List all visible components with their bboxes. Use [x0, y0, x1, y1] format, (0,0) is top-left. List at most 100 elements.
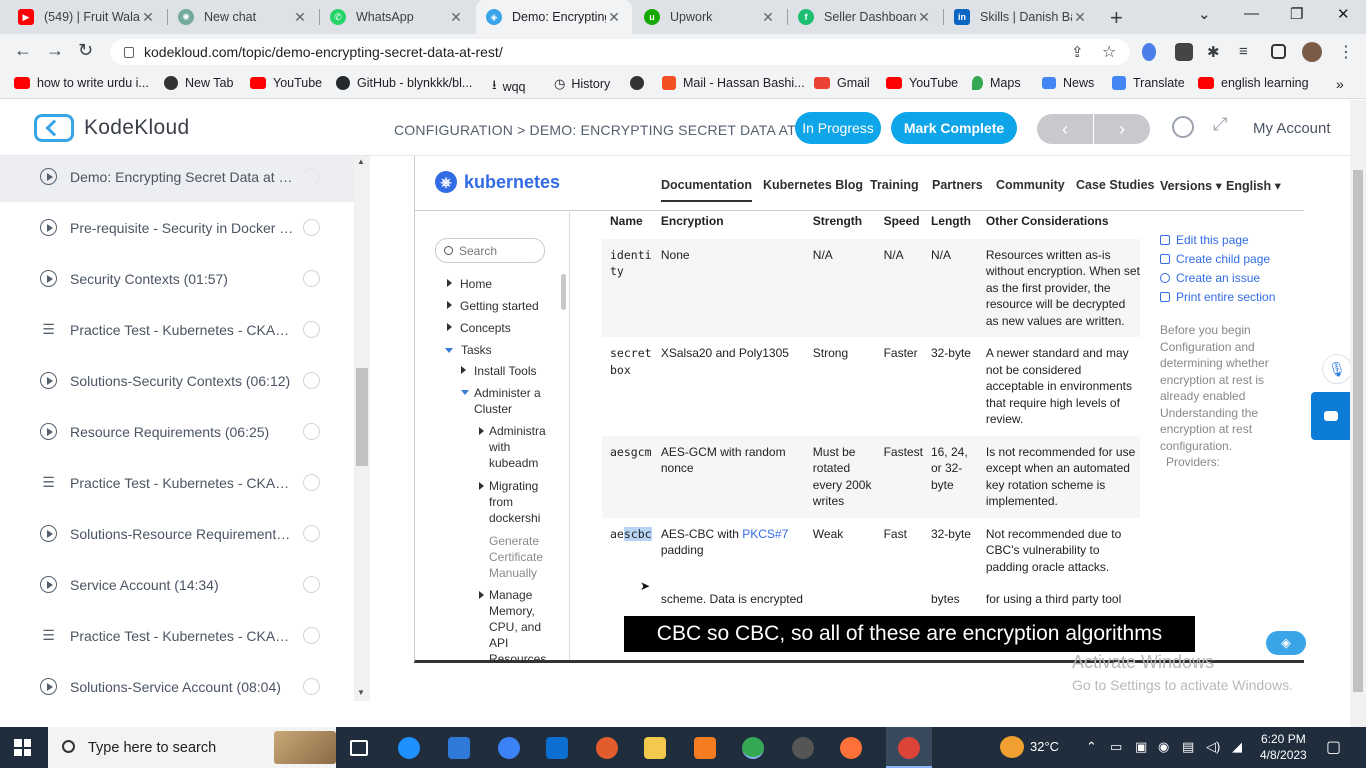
wifi-icon[interactable]: ◢ — [1232, 739, 1242, 755]
lesson-item[interactable]: Solutions-Security Contexts (06:12) — [0, 355, 354, 406]
tab-search-icon[interactable]: ⌄ — [1198, 5, 1211, 23]
notifications-icon[interactable]: ▢ — [1326, 737, 1341, 757]
chrome-icon[interactable] — [742, 737, 764, 759]
bookmark-mail[interactable]: Mail - Hassan Bashi... — [662, 76, 805, 90]
more-bookmarks-icon[interactable]: » — [1336, 76, 1344, 92]
share-icon[interactable]: ⇪ — [1071, 43, 1084, 61]
close-icon[interactable]: ✕ — [140, 9, 156, 26]
bookmark-youtube[interactable]: YouTube — [250, 76, 322, 90]
completion-circle-icon[interactable] — [303, 474, 320, 491]
completion-circle-icon[interactable] — [303, 168, 320, 185]
completion-circle-icon[interactable] — [303, 219, 320, 236]
lesson-item[interactable]: Solutions-Resource Requirements (... — [0, 508, 354, 559]
page-scrollbar[interactable] — [1350, 100, 1366, 727]
lesson-item[interactable]: Security Contexts (01:57) — [0, 253, 354, 304]
menu-icon[interactable]: ⋮ — [1338, 42, 1354, 62]
close-icon[interactable]: ✕ — [606, 9, 622, 26]
completion-circle-icon[interactable] — [303, 321, 320, 338]
skype-icon[interactable] — [498, 737, 520, 759]
my-account-link[interactable]: My Account — [1253, 120, 1331, 137]
windows-start-icon[interactable] — [14, 739, 31, 756]
scroll-up-icon[interactable]: ▲ — [357, 157, 365, 166]
voice-input-icon[interactable]: 🎙 — [1322, 354, 1352, 384]
chrome-active-task[interactable] — [886, 727, 932, 768]
breadcrumb[interactable]: CONFIGURATION > DEMO: ENCRYPTING SECRET … — [394, 122, 812, 138]
close-icon[interactable]: ✕ — [1072, 9, 1088, 26]
task-view-icon[interactable] — [350, 740, 368, 756]
download-extension-icon[interactable] — [1175, 43, 1193, 61]
back-icon[interactable]: ← — [14, 40, 32, 61]
bookmark-urdu[interactable]: how to write urdu i... — [14, 76, 149, 90]
reload-icon[interactable]: ↻ — [78, 40, 93, 61]
lesson-item[interactable]: Practice Test - Kubernetes - CKAD ... — [0, 610, 354, 661]
lesson-item[interactable]: Practice Test - Kubernetes - CKAD ... — [0, 457, 354, 508]
kodekloud-logo[interactable]: KodeKloud — [34, 114, 189, 142]
profile-avatar[interactable] — [1302, 42, 1322, 62]
completion-circle-icon[interactable] — [303, 627, 320, 644]
lesson-item[interactable]: Demo: Encrypting Secret Data at R... — [0, 156, 354, 202]
system-clock[interactable]: 6:20 PM 4/8/2023 — [1260, 731, 1307, 763]
weather-icon[interactable] — [1000, 736, 1024, 758]
bookmark-star-icon[interactable]: ☆ — [1102, 42, 1116, 62]
taskbar-search-box[interactable]: Type here to search — [48, 727, 336, 768]
tray-app-icon[interactable]: ▣ — [1135, 739, 1147, 755]
completion-circle-icon[interactable] — [303, 576, 320, 593]
reading-list-icon[interactable]: ≡ — [1239, 43, 1248, 60]
chat-widget-button[interactable] — [1311, 392, 1350, 440]
scroll-down-icon[interactable]: ▼ — [357, 688, 365, 697]
app-icon[interactable] — [694, 737, 716, 759]
camera-icon[interactable]: ◉ — [1158, 739, 1169, 755]
close-icon[interactable]: ✕ — [292, 9, 308, 26]
close-window-icon[interactable]: ✕ — [1337, 5, 1350, 23]
completion-circle-icon[interactable] — [303, 525, 320, 542]
bookmark-maps[interactable]: Maps — [972, 76, 1021, 90]
file-explorer-icon[interactable] — [644, 737, 666, 759]
completion-circle-icon[interactable] — [303, 678, 320, 695]
tab-demo-encrypting[interactable]: ◈ Demo: Encrypting ✕ — [476, 0, 632, 34]
show-hidden-icons-icon[interactable]: ⌃ — [1086, 739, 1097, 755]
close-icon[interactable]: ✕ — [448, 9, 464, 26]
weather-temp[interactable]: 32°C — [1030, 739, 1059, 754]
tab-youtube[interactable]: ▶ (549) | Fruit Wala ✕ — [8, 0, 166, 34]
bookmark-globe[interactable] — [630, 76, 651, 90]
forward-icon[interactable]: → — [46, 40, 64, 61]
extensions-puzzle-icon[interactable]: ✱ — [1207, 43, 1220, 61]
microphone-extension-icon[interactable] — [1142, 43, 1156, 61]
fullscreen-icon[interactable]: ⤢ — [1213, 114, 1227, 135]
previous-lesson-button[interactable]: ‹ — [1037, 114, 1093, 144]
lesson-item[interactable]: Resource Requirements (06:25) — [0, 406, 354, 457]
close-icon[interactable]: ✕ — [916, 9, 932, 26]
bookmark-news[interactable]: News — [1042, 76, 1094, 90]
tab-linkedin[interactable]: in Skills | Danish Ba ✕ — [944, 0, 1098, 34]
volume-icon[interactable]: ◁) — [1206, 739, 1220, 755]
lesson-item[interactable]: Practice Test - Kubernetes - CKAD ... — [0, 304, 354, 355]
url-bar[interactable]: kodekloud.com/topic/demo-encrypting-secr… — [110, 39, 1130, 65]
in-progress-button[interactable]: In Progress — [795, 112, 881, 144]
scrollbar-thumb[interactable] — [1353, 170, 1363, 692]
new-tab-button[interactable]: + — [1110, 5, 1123, 31]
edge-icon[interactable] — [398, 737, 420, 759]
firefox-icon[interactable] — [840, 737, 862, 759]
lesson-item[interactable]: Service Account (14:34) — [0, 559, 354, 610]
close-icon[interactable]: ✕ — [760, 9, 776, 26]
scrollbar-thumb[interactable] — [356, 368, 368, 466]
completion-circle-icon[interactable] — [303, 372, 320, 389]
lesson-list-scrollbar[interactable]: ▲ ▼ — [354, 156, 370, 701]
lesson-item[interactable]: Pre-requisite - Security in Docker (... — [0, 202, 354, 253]
bookmark-youtube-2[interactable]: YouTube — [886, 76, 958, 90]
bookmark-translate[interactable]: Translate — [1112, 76, 1185, 90]
tab-upwork[interactable]: u Upwork ✕ — [634, 0, 786, 34]
bookmark-wqq[interactable]: ⭳ wqq — [492, 76, 526, 98]
mark-complete-button[interactable]: Mark Complete — [891, 112, 1017, 144]
battery-icon[interactable]: ▭ — [1110, 739, 1122, 755]
tray-app-icon[interactable]: ▤ — [1182, 739, 1194, 755]
next-lesson-button[interactable]: › — [1094, 114, 1150, 144]
tab-seller-dashboard[interactable]: f Seller Dashboard ✕ — [788, 0, 942, 34]
completion-circle-icon[interactable] — [303, 423, 320, 440]
dark-mode-toggle-icon[interactable] — [1172, 116, 1194, 138]
bookmark-history[interactable]: ◷ History — [554, 76, 610, 92]
video-player[interactable]: ⎈ kubernetes Documentation Kubernetes Bl… — [370, 156, 1350, 701]
bookmark-english-learning[interactable]: english learning — [1198, 76, 1309, 90]
bookmark-new-tab[interactable]: New Tab — [164, 76, 233, 90]
app-icon[interactable] — [596, 737, 618, 759]
